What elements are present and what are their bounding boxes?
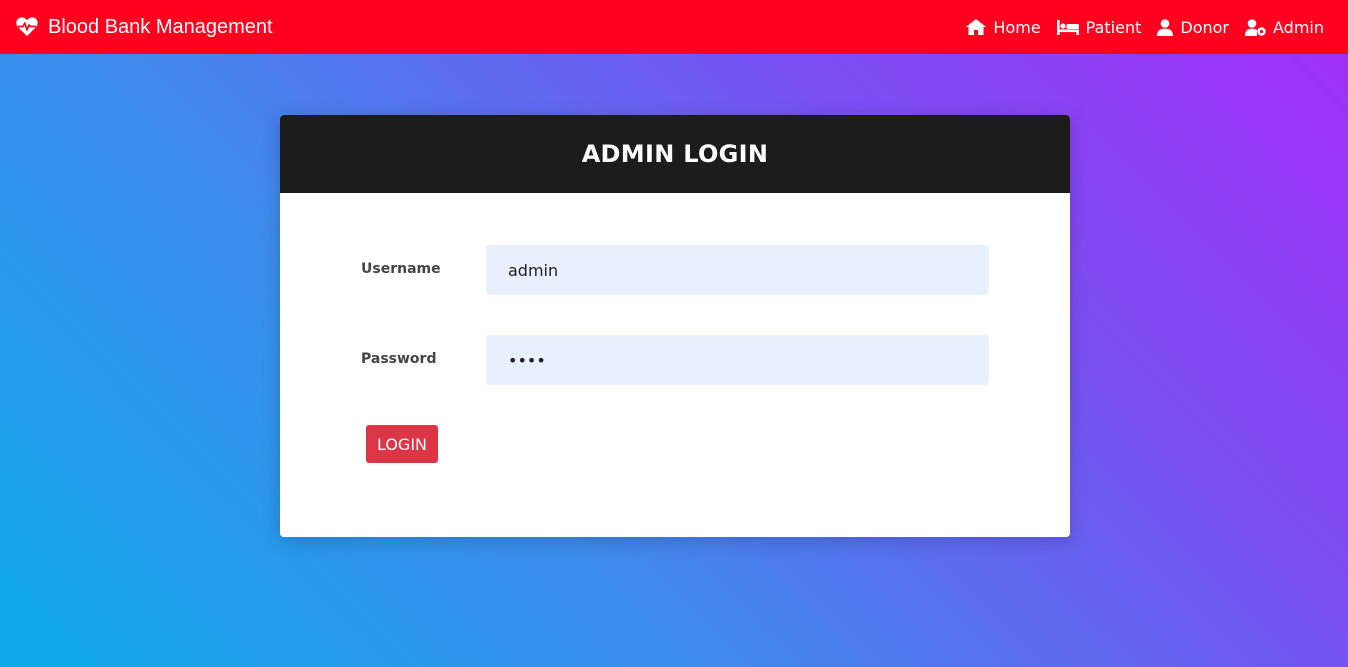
username-label: Username [361, 261, 441, 277]
nav-home-label: Home [993, 17, 1041, 37]
user-cog-icon [1245, 18, 1266, 36]
login-button[interactable]: LOGIN [366, 425, 438, 463]
nav-admin-label: Admin [1273, 17, 1324, 37]
nav-donor[interactable]: Donor [1157, 18, 1229, 37]
navbar: Blood Bank Management Home Patient Donor… [0, 0, 1348, 54]
bed-icon [1056, 20, 1079, 35]
nav-donor-label: Donor [1180, 17, 1229, 37]
password-row: Password [280, 335, 1070, 385]
password-label: Password [361, 351, 437, 367]
nav-patient-label: Patient [1085, 17, 1142, 37]
heartbeat-icon [16, 17, 38, 36]
nav-patient[interactable]: Patient [1056, 17, 1142, 37]
nav-home[interactable]: Home [966, 17, 1041, 37]
brand[interactable]: Blood Bank Management [16, 16, 273, 39]
password-input[interactable] [486, 335, 989, 385]
username-row: Username [280, 245, 1070, 295]
home-icon [966, 19, 987, 35]
admin-login-card: ADMIN LOGIN Username Password LOGIN [280, 115, 1070, 537]
username-input[interactable] [486, 245, 989, 295]
brand-title: Blood Bank Management [48, 15, 273, 38]
nav-admin[interactable]: Admin [1245, 18, 1324, 37]
user-icon [1157, 18, 1174, 36]
nav-links: Home Patient Donor Admin [950, 18, 1324, 37]
admin-login-title: ADMIN LOGIN [280, 115, 1070, 193]
